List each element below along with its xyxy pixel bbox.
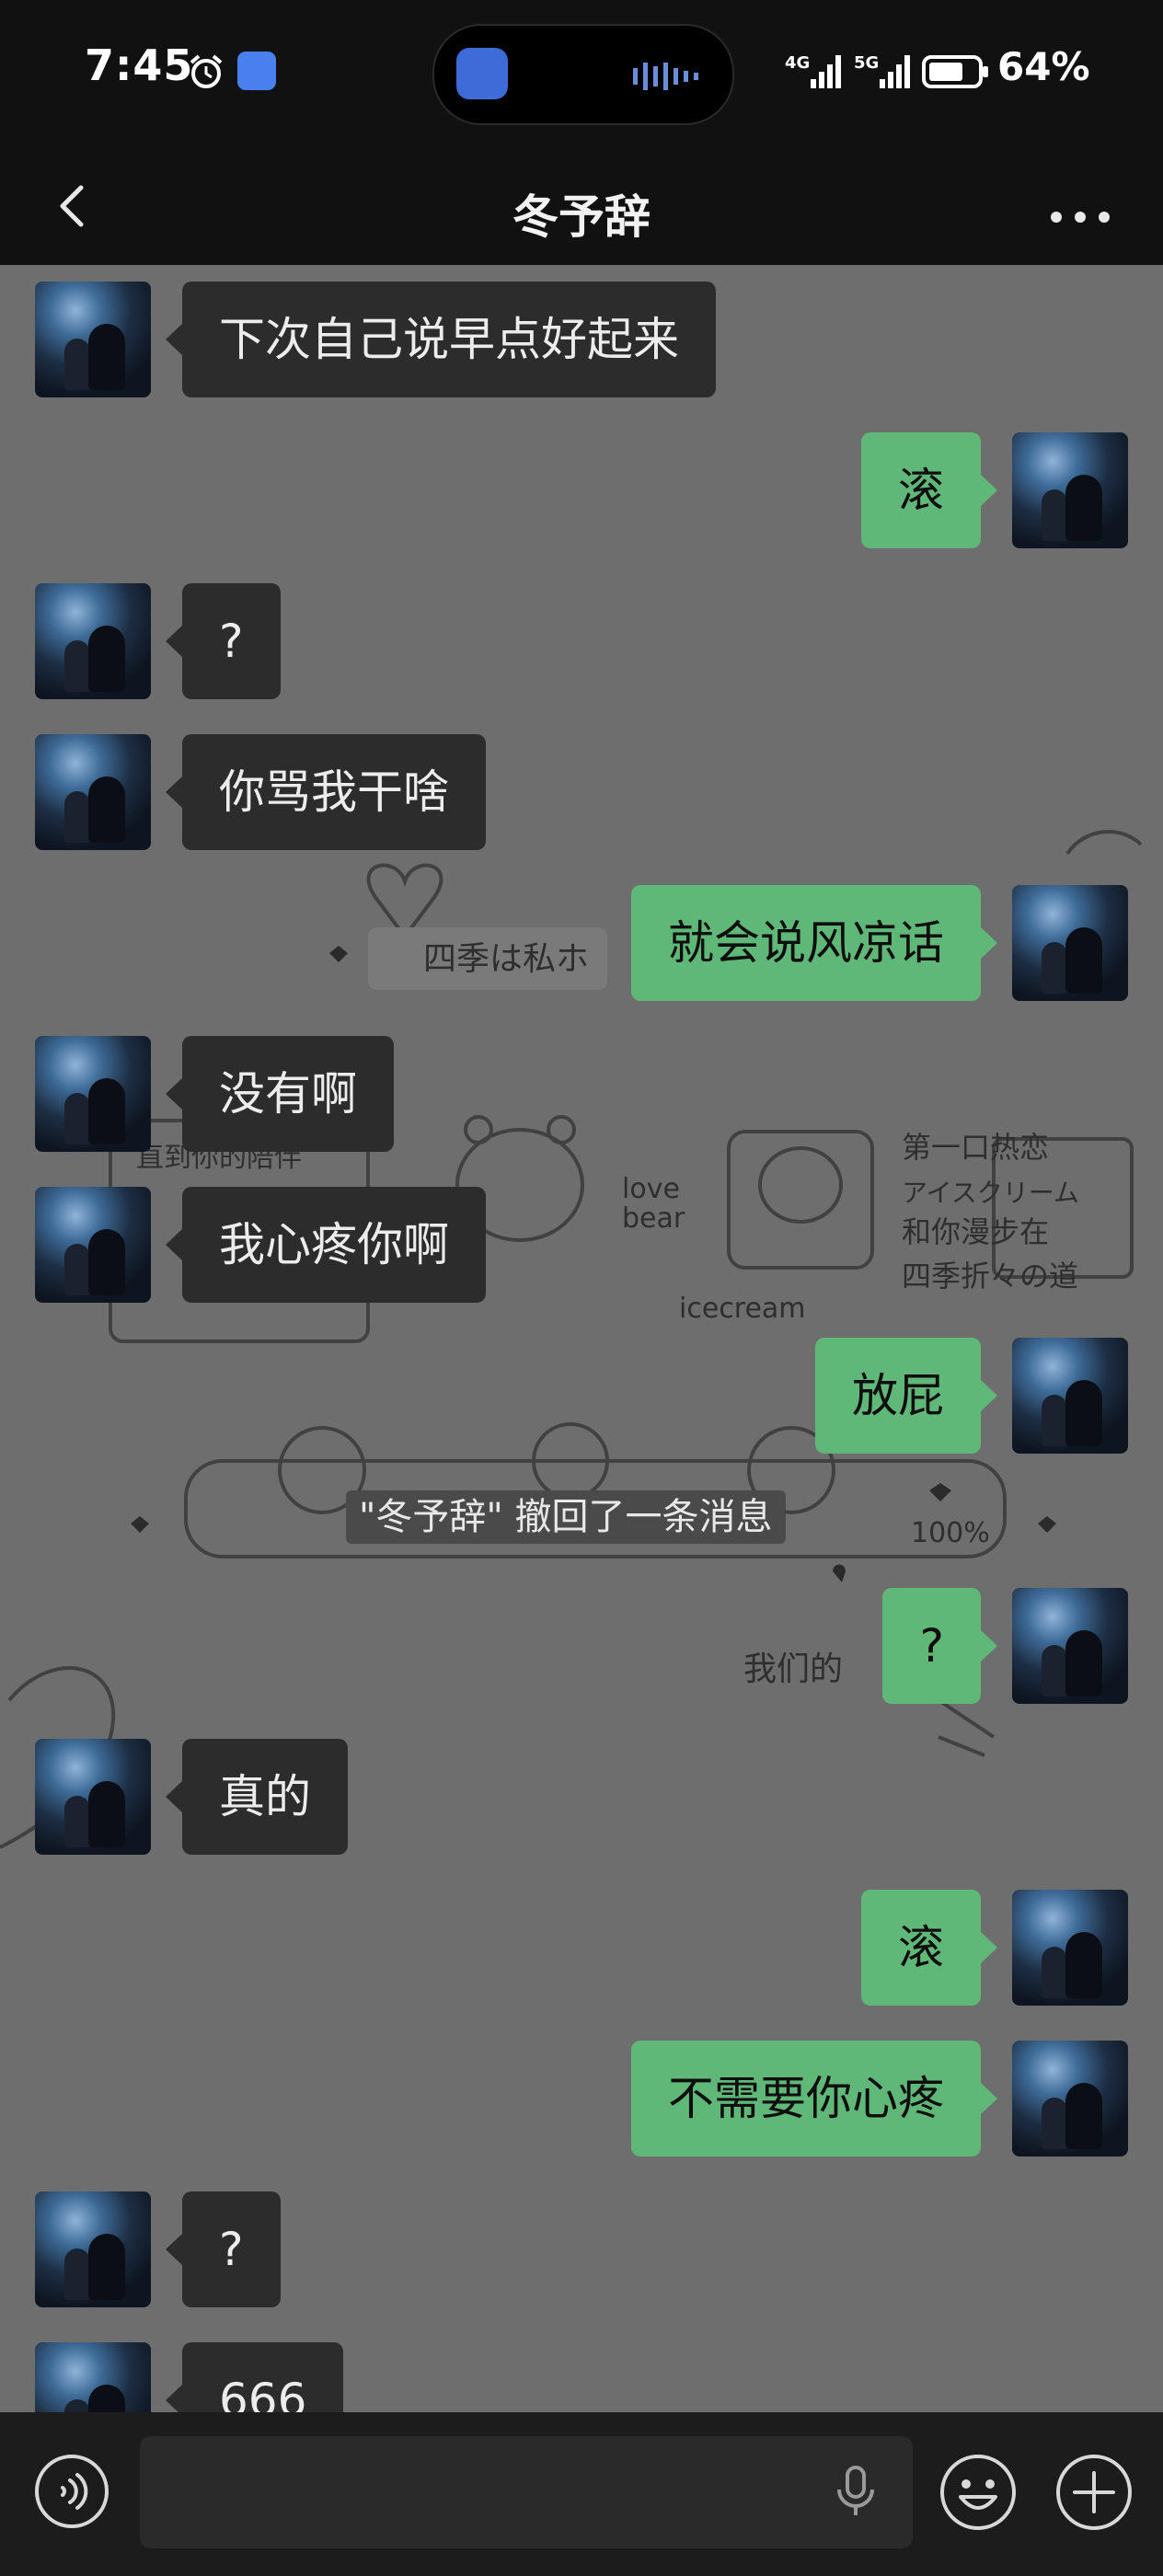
outgoing-message-bubble[interactable]: 滚 [861,1890,997,2006]
contact-avatar[interactable] [35,1036,151,1152]
contact-avatar[interactable] [35,1739,151,1855]
status-bar: 7:45 4G 5G 64% [0,0,1163,147]
incoming-message-bubble[interactable]: 没有啊 [166,1036,394,1152]
chat-message-list[interactable]: 四季は私ホ 直到你的陪伴 love bear icecream 第一口热恋 アイ… [0,265,1163,2412]
my-avatar[interactable] [1012,2041,1128,2156]
message-row: ? [0,583,1163,699]
outgoing-message-bubble[interactable]: 就会说风凉话 [631,885,997,1001]
my-avatar[interactable] [1012,1890,1128,2006]
contact-avatar[interactable] [35,2342,151,2412]
message-row: ? [0,1588,1163,1704]
audio-wave-icon [633,63,698,90]
chat-header: 冬予辞 [0,147,1163,265]
message-row: 不需要你心疼 [0,2041,1163,2156]
network-1-label: 4G [785,53,810,73]
message-input[interactable] [140,2436,913,2548]
message-row: 就会说风凉话 [0,885,1163,1001]
message-row: 我心疼你啊 [0,1187,1163,1303]
voice-input-button[interactable] [33,2453,110,2530]
contact-avatar[interactable] [35,1187,151,1303]
network-2-label: 5G [854,53,879,73]
alarm-icon [190,54,223,88]
contact-avatar[interactable] [35,734,151,850]
outgoing-message-bubble[interactable]: ? [882,1588,997,1704]
island-app-icon [456,48,508,99]
my-avatar[interactable] [1012,432,1128,548]
message-row: 下次自己说早点好起来 [0,282,1163,397]
message-row: 没有啊 [0,1036,1163,1152]
contact-avatar[interactable] [35,583,151,699]
my-avatar[interactable] [1012,885,1128,1001]
incoming-message-bubble[interactable]: 你骂我干啥 [166,734,486,850]
message-row: 滚 [0,1890,1163,2006]
app-notification-icon [237,52,276,90]
message-row: 真的 [0,1739,1163,1855]
my-avatar[interactable] [1012,1588,1128,1704]
message-row: ? [0,2191,1163,2307]
outgoing-message-bubble[interactable]: 放屁 [815,1338,997,1454]
contact-avatar[interactable] [35,2191,151,2307]
chat-title: 冬予辞 [512,190,651,244]
status-time: 7:45 [85,40,194,90]
signal-5g-icon: 5G [854,53,910,88]
incoming-message-bubble[interactable]: 真的 [166,1739,348,1855]
incoming-message-bubble[interactable]: 666 [165,2342,344,2412]
mic-icon[interactable] [834,2464,878,2519]
dynamic-island[interactable] [432,24,734,125]
incoming-message-bubble[interactable]: 我心疼你啊 [166,1187,486,1303]
message-input-bar [0,2412,1163,2576]
wallpaper-text-9: 100% [911,1517,990,1549]
emoji-button[interactable] [938,2453,1018,2532]
outgoing-message-bubble[interactable]: 不需要你心疼 [631,2041,997,2156]
outgoing-message-bubble[interactable]: 滚 [861,432,997,548]
message-row: 你骂我干啥 [0,734,1163,850]
incoming-message-bubble[interactable]: ? [166,583,281,699]
signal-4g-icon: 4G [785,53,841,88]
my-avatar[interactable] [1012,1338,1128,1454]
more-options-button[interactable] [1038,169,1130,243]
incoming-message-bubble[interactable]: ? [166,2191,281,2307]
message-row: 放屁 [0,1338,1163,1454]
battery-icon [922,55,988,88]
recall-notice: "冬予辞" 撤回了一条消息 [346,1490,786,1544]
message-row: 666 [0,2342,1163,2412]
plus-button[interactable] [1054,2453,1134,2532]
message-row: 滚 [0,432,1163,548]
contact-avatar[interactable] [35,282,151,397]
incoming-message-bubble[interactable]: 下次自己说早点好起来 [166,282,716,397]
battery-percentage: 64% [997,44,1090,89]
